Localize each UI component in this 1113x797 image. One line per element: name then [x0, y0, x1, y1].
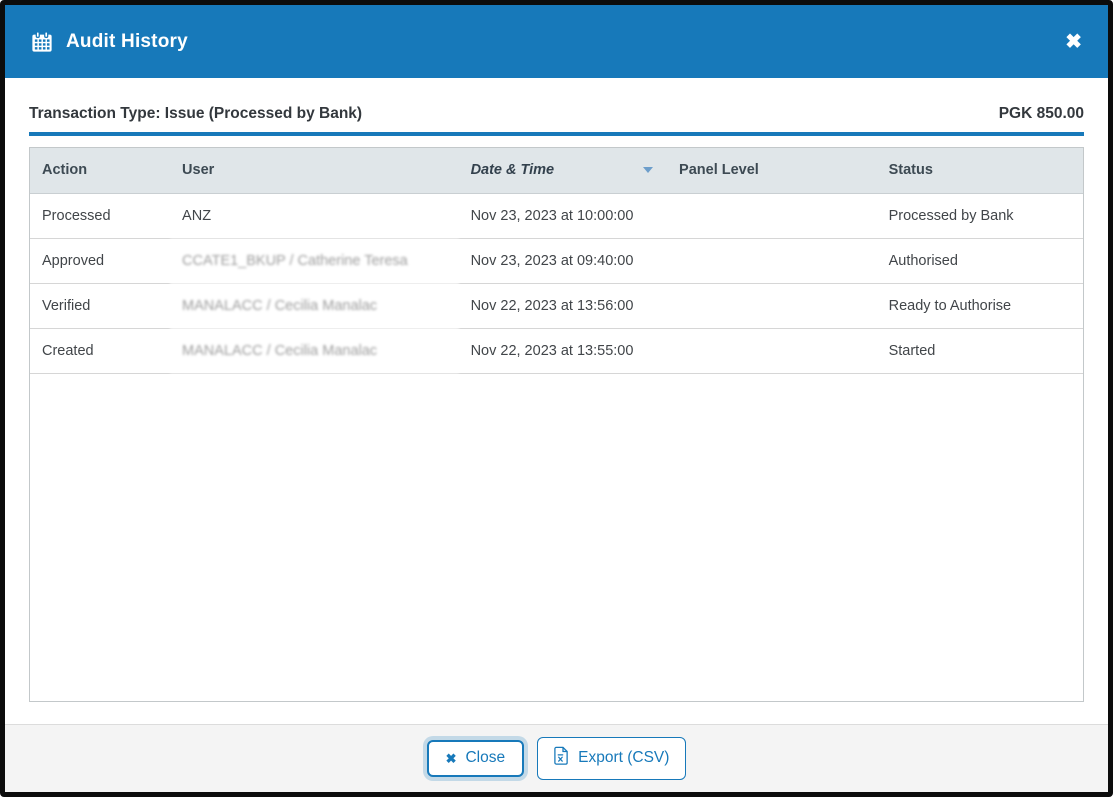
file-csv-icon — [554, 746, 569, 771]
column-header-date-time[interactable]: Date & Time — [459, 148, 667, 193]
cell-action: Verified — [30, 283, 170, 328]
cell-user: MANALACC / Cecilia Manalac — [170, 283, 459, 328]
cell-user: ANZ — [170, 193, 459, 238]
table-header-row: Action User Date & Time Panel Level Stat… — [30, 148, 1083, 193]
modal-footer: ✖ Close Export (CSV) — [5, 724, 1108, 792]
table-row: Created MANALACC / Cecilia Manalac Nov 2… — [30, 328, 1083, 373]
column-header-status[interactable]: Status — [877, 148, 1083, 193]
cell-status: Ready to Authorise — [877, 283, 1083, 328]
table-row: Approved CCATE1_BKUP / Catherine Teresa … — [30, 238, 1083, 283]
cell-panel-level — [667, 283, 877, 328]
modal-header: Audit History ✖ — [5, 5, 1108, 78]
cell-action: Created — [30, 328, 170, 373]
cell-panel-level — [667, 238, 877, 283]
close-icon[interactable]: ✖ — [1065, 32, 1082, 52]
cell-status: Processed by Bank — [877, 193, 1083, 238]
transaction-summary: Transaction Type: Issue (Processed by Ba… — [5, 78, 1108, 123]
column-header-panel-level[interactable]: Panel Level — [667, 148, 877, 193]
summary-divider — [29, 132, 1084, 136]
table-row: Processed ANZ Nov 23, 2023 at 10:00:00 P… — [30, 193, 1083, 238]
table-row: Verified MANALACC / Cecilia Manalac Nov … — [30, 283, 1083, 328]
cell-panel-level — [667, 328, 877, 373]
cell-user: CCATE1_BKUP / Catherine Teresa — [170, 238, 459, 283]
cell-datetime: Nov 23, 2023 at 09:40:00 — [459, 238, 667, 283]
modal-title: Audit History — [66, 31, 188, 53]
cell-datetime: Nov 22, 2023 at 13:56:00 — [459, 283, 667, 328]
column-header-action[interactable]: Action — [30, 148, 170, 193]
caret-down-icon — [643, 167, 653, 173]
cell-panel-level — [667, 193, 877, 238]
transaction-type-label: Transaction Type: Issue (Processed by Ba… — [29, 105, 362, 123]
transaction-amount: PGK 850.00 — [999, 105, 1084, 123]
cell-datetime: Nov 23, 2023 at 10:00:00 — [459, 193, 667, 238]
calendar-icon — [31, 31, 53, 53]
cell-status: Authorised — [877, 238, 1083, 283]
audit-history-table: Action User Date & Time Panel Level Stat… — [29, 147, 1084, 702]
cell-datetime: Nov 22, 2023 at 13:55:00 — [459, 328, 667, 373]
column-header-user[interactable]: User — [170, 148, 459, 193]
cell-status: Started — [877, 328, 1083, 373]
x-icon: ✖ — [446, 751, 457, 767]
cell-action: Approved — [30, 238, 170, 283]
close-button[interactable]: ✖ Close — [427, 740, 525, 777]
cell-user: MANALACC / Cecilia Manalac — [170, 328, 459, 373]
export-csv-button[interactable]: Export (CSV) — [537, 737, 686, 780]
cell-action: Processed — [30, 193, 170, 238]
